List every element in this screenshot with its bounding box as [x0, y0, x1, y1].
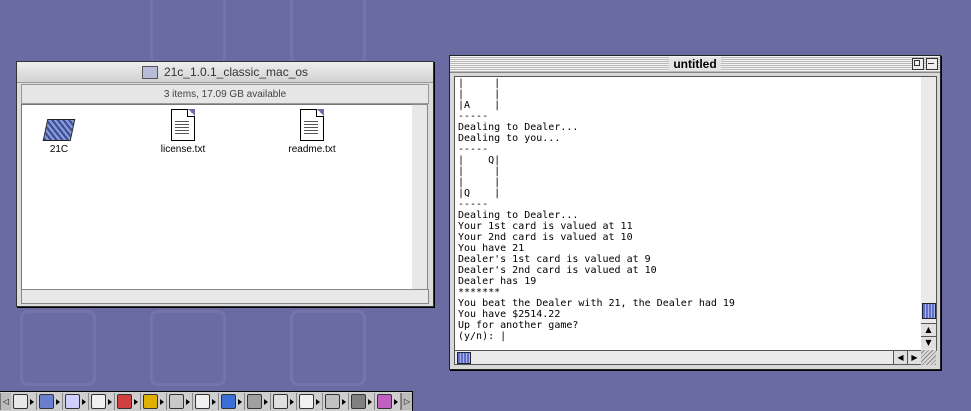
resolution-icon [169, 394, 184, 409]
folder-icon [141, 65, 158, 79]
module-popup-arrow-icon [30, 398, 34, 405]
console-window-title: untitled [669, 57, 721, 71]
finder-file-area[interactable]: 21C license.txt readme.txt [21, 104, 413, 290]
module-popup-arrow-icon [342, 398, 346, 405]
control-strip[interactable]: ◁ ▷ [0, 391, 413, 411]
text-document-icon [300, 109, 324, 141]
module-popup-arrow-icon [290, 398, 294, 405]
finder-window-title: 21c_1.0.1_classic_mac_os [163, 65, 309, 79]
control-strip-module[interactable] [63, 393, 89, 410]
lock-icon [91, 394, 106, 409]
monitors-icon [273, 394, 288, 409]
console-horizontal-scrollbar[interactable]: ◀ ▶ [454, 350, 922, 365]
control-strip-module[interactable] [323, 393, 349, 410]
module-popup-arrow-icon [264, 398, 268, 405]
scroll-down-arrow-icon[interactable]: ▼ [921, 336, 936, 349]
control-strip-module[interactable] [11, 393, 37, 410]
file-label: license.txt [160, 144, 206, 155]
control-strip-module[interactable] [297, 393, 323, 410]
scroll-up-arrow-icon[interactable]: ▲ [921, 323, 936, 336]
scroll-thumb[interactable] [922, 303, 936, 319]
resize-grow-box[interactable] [921, 350, 936, 365]
scroll-right-arrow-icon[interactable]: ▶ [907, 351, 921, 364]
monitor-icon [13, 394, 28, 409]
module-popup-arrow-icon [238, 398, 242, 405]
file-label: readme.txt [288, 144, 336, 155]
desktop-pattern-face [290, 310, 366, 386]
text-document-icon [171, 109, 195, 141]
desktop-pattern-face [150, 0, 226, 66]
finder-titlebar[interactable]: 21c_1.0.1_classic_mac_os [17, 62, 433, 83]
finder-vertical-scrollbar[interactable] [412, 104, 428, 290]
apple-talk-icon [117, 394, 132, 409]
control-strip-tab[interactable]: ◁ [0, 393, 11, 410]
console-text: | | | | |A | ----- Dealing to Dealer... … [458, 78, 735, 342]
file-item-license[interactable]: license.txt [148, 109, 218, 155]
speech-icon [325, 394, 340, 409]
console-titlebar[interactable]: untitled [450, 56, 940, 73]
collapse-box-icon[interactable] [926, 58, 938, 70]
quicktime-icon [221, 394, 236, 409]
module-popup-arrow-icon [134, 398, 138, 405]
web-sharing-icon [377, 394, 392, 409]
finder-window[interactable]: 21c_1.0.1_classic_mac_os 3 items, 17.09 … [16, 61, 434, 307]
module-popup-arrow-icon [316, 398, 320, 405]
file-item-21c[interactable]: 21C [24, 119, 94, 155]
application-icon [42, 119, 76, 141]
file-sharing-icon [39, 394, 54, 409]
printer-icon [195, 394, 210, 409]
help-icon [351, 394, 366, 409]
file-label: 21C [49, 144, 69, 155]
finder-info-bar: 3 items, 17.09 GB available [21, 84, 429, 104]
module-popup-arrow-icon [160, 398, 164, 405]
module-popup-arrow-icon [108, 398, 112, 405]
color-depth-icon [143, 394, 158, 409]
file-item-readme[interactable]: readme.txt [277, 109, 347, 155]
control-strip-module[interactable] [167, 393, 193, 410]
control-strip-module[interactable] [219, 393, 245, 410]
control-strip-module[interactable] [245, 393, 271, 410]
module-popup-arrow-icon [186, 398, 190, 405]
console-window[interactable]: untitled | | | | |A | ----- Dealing to D… [449, 55, 941, 370]
desktop-pattern-face [150, 310, 226, 386]
sound-volume-icon [299, 394, 314, 409]
music-cd-icon [65, 394, 80, 409]
console-vertical-scrollbar[interactable]: ▲ ▼ [921, 76, 937, 351]
module-popup-arrow-icon [368, 398, 372, 405]
module-popup-arrow-icon [212, 398, 216, 405]
control-strip-module[interactable] [193, 393, 219, 410]
control-strip-module[interactable] [349, 393, 375, 410]
scroll-left-arrow-icon[interactable]: ◀ [893, 351, 907, 364]
module-popup-arrow-icon [82, 398, 86, 405]
desktop-pattern-face [290, 0, 366, 66]
control-strip-module[interactable] [115, 393, 141, 410]
remote-access-icon [247, 394, 262, 409]
control-strip-module[interactable] [141, 393, 167, 410]
module-popup-arrow-icon [394, 398, 398, 405]
control-strip-end-tab[interactable]: ▷ [401, 393, 412, 410]
control-strip-module[interactable] [89, 393, 115, 410]
scroll-thumb[interactable] [457, 352, 471, 364]
finder-horizontal-scrollbar[interactable] [21, 289, 429, 304]
console-output[interactable]: | | | | |A | ----- Dealing to Dealer... … [454, 76, 922, 351]
control-strip-module[interactable] [375, 393, 401, 410]
desktop-pattern-face [20, 310, 96, 386]
module-popup-arrow-icon [56, 398, 60, 405]
control-strip-module[interactable] [37, 393, 63, 410]
control-strip-module[interactable] [271, 393, 297, 410]
zoom-box-icon[interactable] [912, 58, 924, 70]
